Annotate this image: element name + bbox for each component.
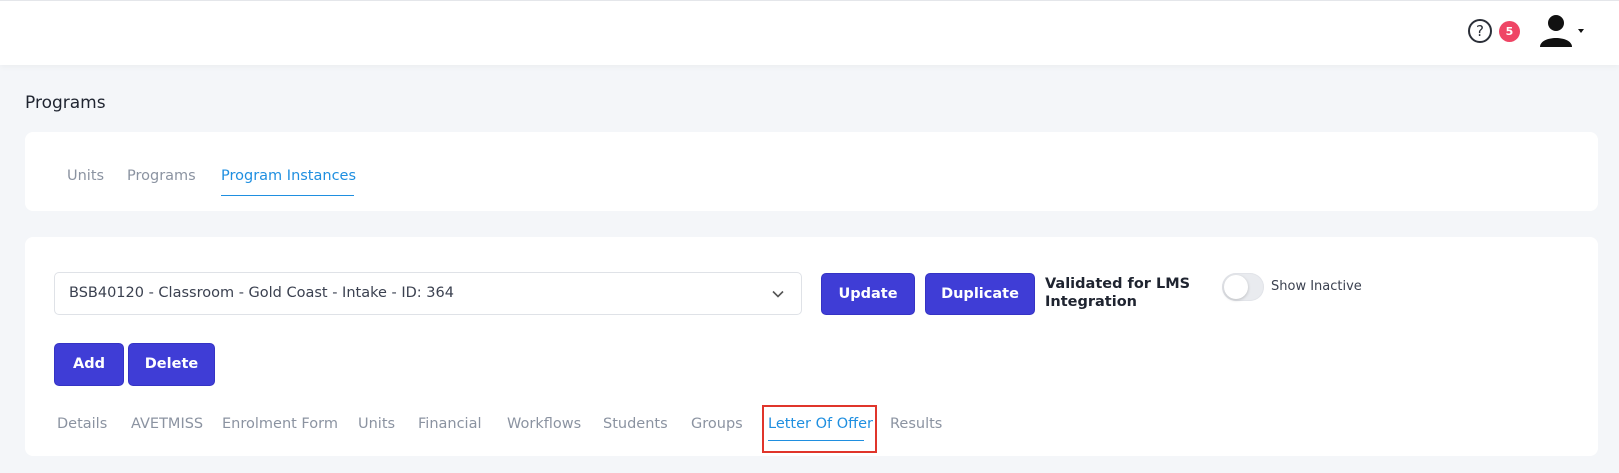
user-avatar-icon[interactable] — [1538, 13, 1586, 49]
update-button[interactable]: Update — [821, 273, 915, 315]
tab-details[interactable]: Details — [57, 416, 107, 432]
toggle-knob — [1224, 275, 1248, 299]
tab-avetmiss[interactable]: AVETMISS — [131, 416, 203, 432]
tab-results[interactable]: Results — [890, 416, 942, 432]
tab-units[interactable]: Units — [67, 168, 104, 184]
tab-units-detail[interactable]: Units — [358, 416, 395, 432]
tab-financial[interactable]: Financial — [418, 416, 482, 432]
show-inactive-label: Show Inactive — [1271, 279, 1362, 294]
tab-workflows[interactable]: Workflows — [507, 416, 581, 432]
highlight-box — [762, 405, 877, 453]
tab-groups[interactable]: Groups — [691, 416, 743, 432]
chevron-down-icon — [772, 290, 784, 298]
program-instance-select-value: BSB40120 - Classroom - Gold Coast - Inta… — [69, 285, 454, 301]
question-circle-icon[interactable]: ? — [1468, 19, 1492, 43]
top-bar: ? 5 — [0, 0, 1619, 65]
duplicate-button[interactable]: Duplicate — [925, 273, 1035, 315]
delete-button[interactable]: Delete — [128, 343, 215, 386]
tab-programs[interactable]: Programs — [127, 168, 196, 184]
program-instance-select[interactable]: BSB40120 - Classroom - Gold Coast - Inta… — [54, 272, 802, 315]
tab-students[interactable]: Students — [603, 416, 668, 432]
active-tab-underline — [221, 195, 354, 196]
add-button[interactable]: Add — [54, 343, 124, 386]
show-inactive-toggle[interactable] — [1222, 273, 1264, 301]
user-avatar-svg — [1540, 15, 1584, 47]
notification-badge[interactable]: 5 — [1499, 21, 1520, 42]
validated-lms-text: Validated for LMS Integration — [1045, 276, 1191, 310]
tab-enrolment-form[interactable]: Enrolment Form — [222, 416, 338, 432]
page-title: Programs — [25, 93, 106, 113]
tab-program-instances[interactable]: Program Instances — [221, 168, 356, 184]
